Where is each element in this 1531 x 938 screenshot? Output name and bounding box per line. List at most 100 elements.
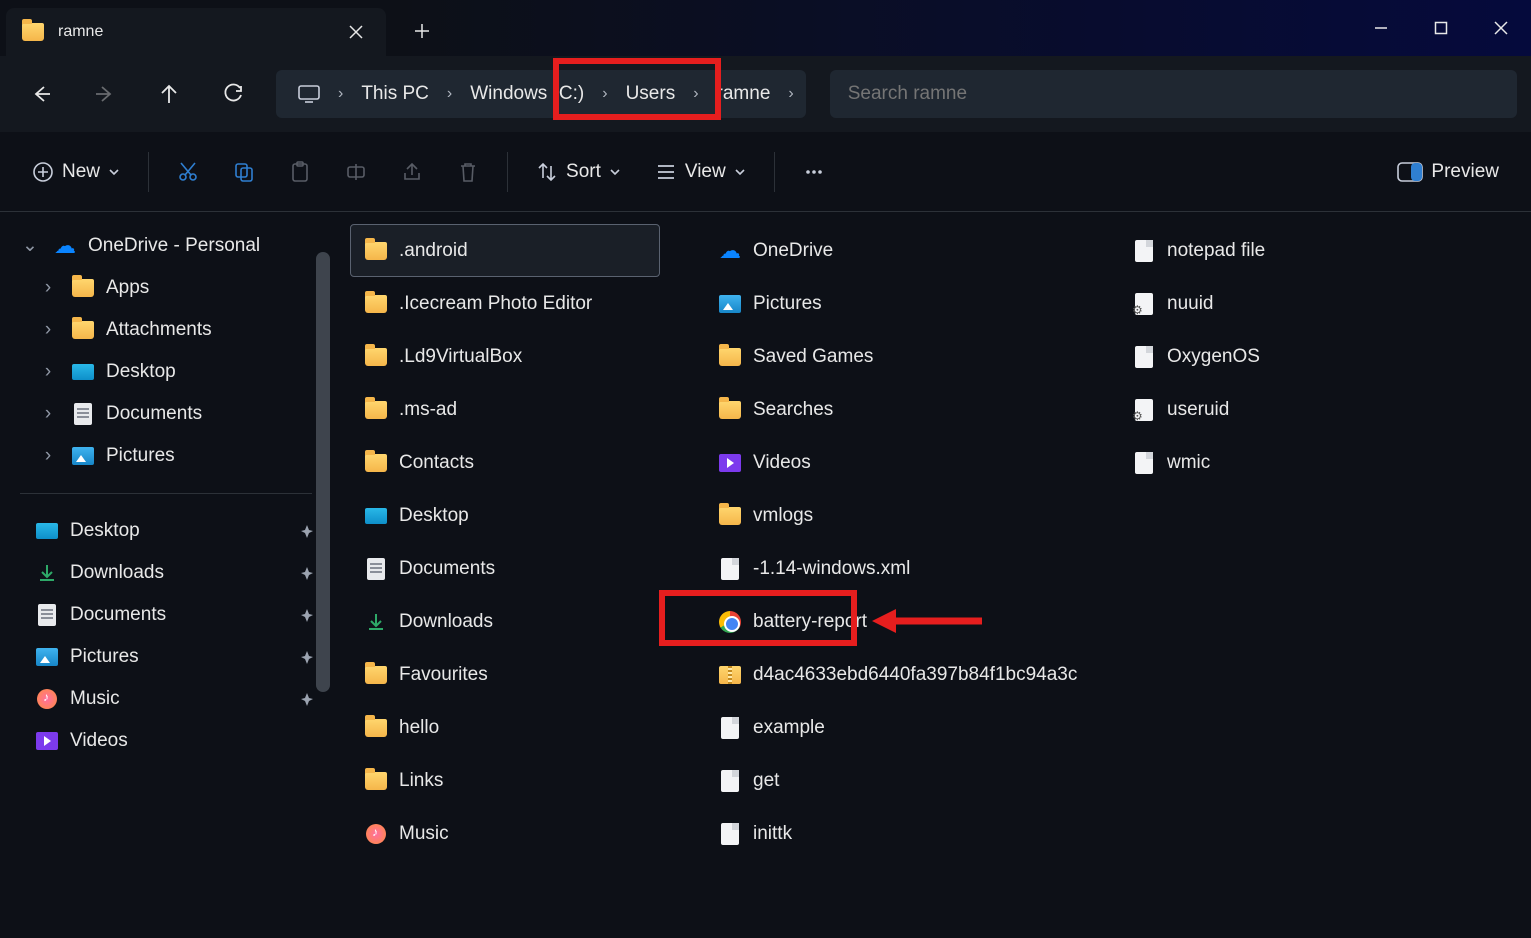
copy-button[interactable] bbox=[219, 153, 269, 191]
crumb-windows-c[interactable]: Windows (C:) bbox=[456, 70, 598, 118]
chevron-right-icon[interactable]: › bbox=[36, 277, 60, 299]
preview-button[interactable]: Preview bbox=[1383, 153, 1513, 191]
search-input[interactable] bbox=[848, 83, 1499, 105]
window-tab[interactable]: ramne bbox=[6, 8, 386, 56]
file-item[interactable]: Favourites bbox=[350, 648, 660, 701]
sidebar-quick-videos[interactable]: Videos bbox=[10, 720, 322, 762]
music-icon bbox=[36, 688, 58, 710]
file-item[interactable]: Documents bbox=[350, 542, 660, 595]
docpage-icon bbox=[72, 403, 94, 425]
address-bar[interactable]: › This PC › Windows (C:) › Users › ramne… bbox=[276, 70, 806, 118]
file-item[interactable]: Saved Games bbox=[704, 330, 1074, 383]
file-icon bbox=[1133, 346, 1155, 368]
arrow-right-icon bbox=[94, 83, 116, 105]
download-icon bbox=[365, 611, 387, 633]
file-item[interactable]: OxygenOS bbox=[1118, 330, 1428, 383]
pc-icon-crumb[interactable] bbox=[284, 70, 334, 118]
back-button[interactable] bbox=[14, 72, 68, 116]
file-item[interactable]: d4ac4633ebd6440fa397b84f1bc94a3c bbox=[704, 648, 1074, 701]
file-item[interactable]: Links bbox=[350, 754, 660, 807]
crumb-users[interactable]: Users bbox=[612, 70, 690, 118]
sidebar-scrollbar[interactable] bbox=[316, 252, 330, 692]
file-item[interactable]: .android bbox=[350, 224, 660, 277]
file-name: Videos bbox=[753, 452, 811, 474]
title-bar: ramne bbox=[0, 0, 1531, 56]
chevron-right-icon[interactable]: › bbox=[36, 445, 60, 467]
forward-button[interactable] bbox=[78, 72, 132, 116]
cut-button[interactable] bbox=[163, 153, 213, 191]
file-item[interactable]: vmlogs bbox=[704, 489, 1074, 542]
maximize-button[interactable] bbox=[1411, 4, 1471, 52]
up-button[interactable] bbox=[142, 72, 196, 116]
file-item[interactable]: Contacts bbox=[350, 436, 660, 489]
pin-icon bbox=[300, 524, 314, 538]
file-item[interactable]: .Ld9VirtualBox bbox=[350, 330, 660, 383]
new-tab-button[interactable] bbox=[402, 11, 442, 51]
search-box[interactable] bbox=[830, 70, 1517, 118]
minimize-button[interactable] bbox=[1351, 4, 1411, 52]
file-name: inittk bbox=[753, 823, 792, 845]
refresh-button[interactable] bbox=[206, 72, 260, 116]
chevron-right-icon[interactable]: › bbox=[36, 361, 60, 383]
file-item[interactable]: get bbox=[704, 754, 1074, 807]
file-item[interactable]: .Icecream Photo Editor bbox=[350, 277, 660, 330]
folder-icon bbox=[22, 21, 44, 43]
rename-button[interactable] bbox=[331, 153, 381, 191]
file-item[interactable]: Music bbox=[350, 807, 660, 860]
sidebar-item-label: Desktop bbox=[70, 520, 140, 542]
zip-icon bbox=[719, 664, 741, 686]
sidebar-quick-documents[interactable]: Documents bbox=[10, 594, 322, 636]
sidebar-quick-desktop[interactable]: Desktop bbox=[10, 510, 322, 552]
crumb-ramne[interactable]: ramne bbox=[703, 70, 785, 118]
paste-button[interactable] bbox=[275, 153, 325, 191]
cloud-icon: ☁ bbox=[54, 235, 76, 257]
file-item[interactable]: Downloads bbox=[350, 595, 660, 648]
pin-icon bbox=[300, 692, 314, 706]
preview-pane-icon bbox=[1397, 162, 1423, 182]
separator bbox=[507, 152, 508, 192]
file-item[interactable]: nuuid bbox=[1118, 277, 1428, 330]
file-item[interactable]: example bbox=[704, 701, 1074, 754]
sidebar-item-label: Videos bbox=[70, 730, 128, 752]
share-button[interactable] bbox=[387, 153, 437, 191]
sidebar-quick-music[interactable]: Music bbox=[10, 678, 322, 720]
sidebar-item-onedrive[interactable]: ⌄ ☁ OneDrive - Personal bbox=[10, 224, 322, 267]
chevron-right-icon: › bbox=[334, 85, 347, 103]
file-item[interactable]: inittk bbox=[704, 807, 1074, 860]
file-name: Links bbox=[399, 770, 443, 792]
sort-button[interactable]: Sort bbox=[522, 153, 635, 191]
file-item[interactable]: useruid bbox=[1118, 383, 1428, 436]
sidebar-item-apps[interactable]: ›Apps bbox=[10, 267, 322, 309]
sidebar-item-desktop[interactable]: ›Desktop bbox=[10, 351, 322, 393]
view-button[interactable]: View bbox=[641, 153, 760, 191]
file-item[interactable]: .ms-ad bbox=[350, 383, 660, 436]
delete-button[interactable] bbox=[443, 153, 493, 191]
new-button[interactable]: New bbox=[18, 153, 134, 191]
sidebar-quick-downloads[interactable]: Downloads bbox=[10, 552, 322, 594]
pin-icon bbox=[300, 566, 314, 580]
crumb-this-pc[interactable]: This PC bbox=[347, 70, 443, 118]
file-icon bbox=[719, 717, 741, 739]
file-icon bbox=[719, 558, 741, 580]
file-item[interactable]: Pictures bbox=[704, 277, 1074, 330]
file-item[interactable]: hello bbox=[350, 701, 660, 754]
file-item[interactable]: wmic bbox=[1118, 436, 1428, 489]
sidebar-item-documents[interactable]: ›Documents bbox=[10, 393, 322, 435]
chevron-right-icon[interactable]: › bbox=[36, 403, 60, 425]
more-button[interactable] bbox=[789, 153, 839, 191]
sort-icon bbox=[536, 161, 558, 183]
file-item[interactable]: Videos bbox=[704, 436, 1074, 489]
file-item[interactable]: ☁OneDrive bbox=[704, 224, 1074, 277]
sidebar-item-pictures[interactable]: ›Pictures bbox=[10, 435, 322, 477]
sidebar-item-attachments[interactable]: ›Attachments bbox=[10, 309, 322, 351]
sidebar-quick-pictures[interactable]: Pictures bbox=[10, 636, 322, 678]
file-item[interactable]: notepad file bbox=[1118, 224, 1428, 277]
file-item[interactable]: Desktop bbox=[350, 489, 660, 542]
close-tab-button[interactable] bbox=[342, 18, 370, 46]
close-window-button[interactable] bbox=[1471, 4, 1531, 52]
arrow-up-icon bbox=[158, 83, 180, 105]
chevron-down-icon[interactable]: ⌄ bbox=[18, 234, 42, 257]
file-item[interactable]: -1.14-windows.xml bbox=[704, 542, 1074, 595]
file-item[interactable]: Searches bbox=[704, 383, 1074, 436]
chevron-right-icon[interactable]: › bbox=[36, 319, 60, 341]
